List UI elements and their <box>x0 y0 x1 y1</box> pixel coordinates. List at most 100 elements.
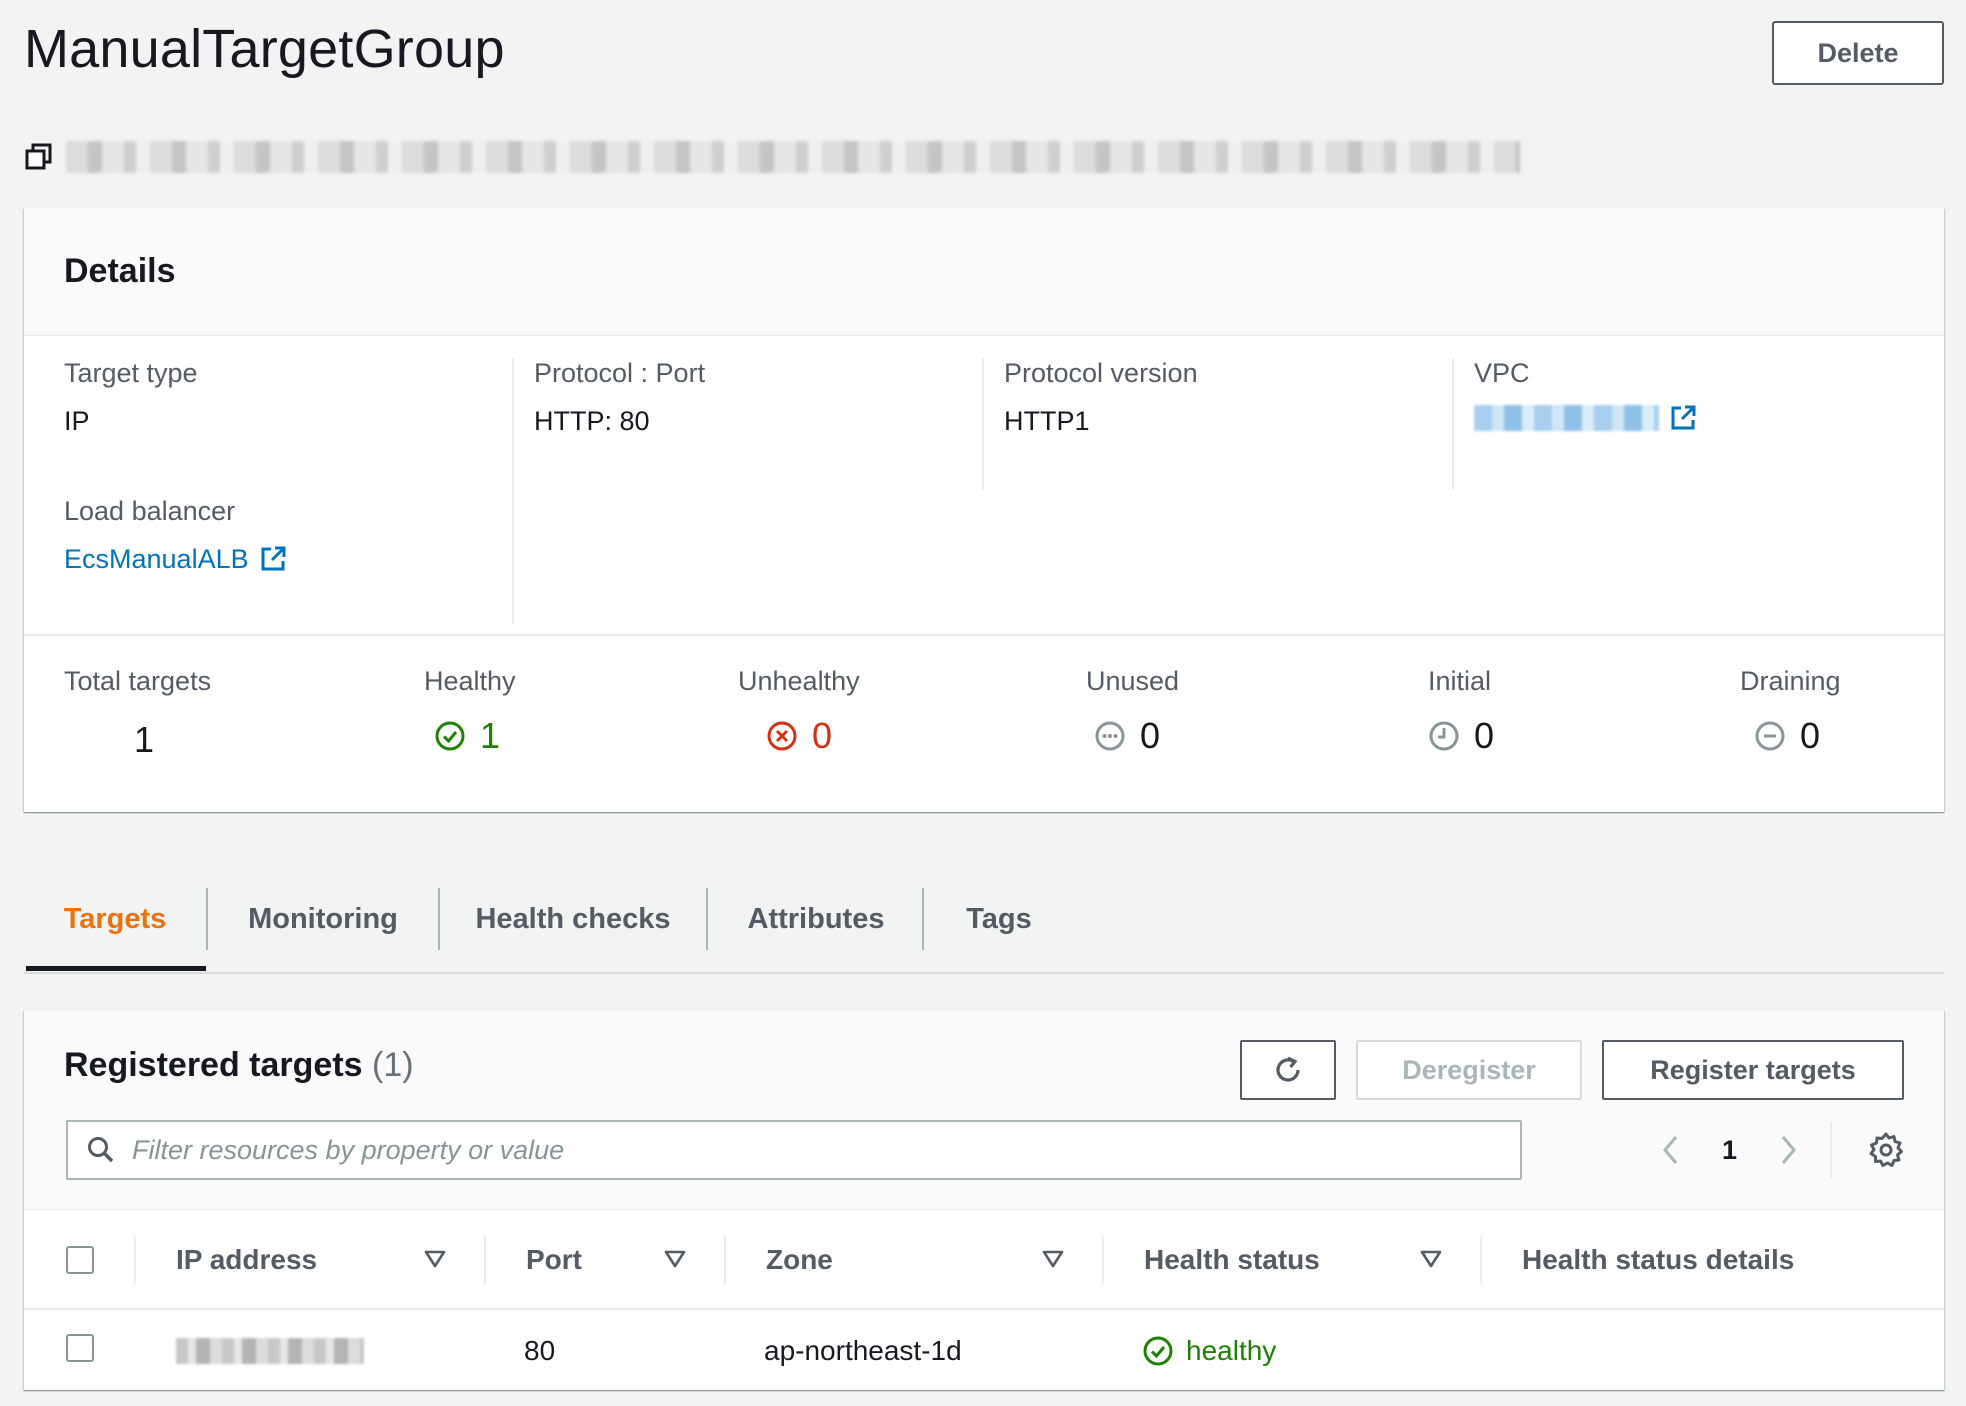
active-tab-indicator <box>26 966 206 971</box>
unhealthy-value: 0 <box>812 715 833 756</box>
register-targets-button[interactable]: Register targets <box>1602 1040 1904 1100</box>
page-title: ManualTargetGroup <box>24 19 505 79</box>
tab-monitoring[interactable]: Monitoring <box>208 888 438 950</box>
table-row: 80 ap-northeast-1d healthy <box>24 1312 1944 1390</box>
registered-targets-header: Registered targets (1) Deregister Regist… <box>24 1010 1944 1210</box>
protocol-port-label: Protocol : Port <box>534 358 706 388</box>
divider <box>1830 1122 1832 1178</box>
stat-healthy: Healthy 1 <box>424 664 516 756</box>
column-divider <box>484 1236 486 1284</box>
tab-health-checks[interactable]: Health checks <box>440 888 706 950</box>
target-type-value: IP <box>64 406 90 436</box>
vpc-field: VPC <box>1474 356 1697 436</box>
external-link-icon <box>1671 405 1696 430</box>
column-header-port[interactable]: Port <box>526 1210 582 1310</box>
check-circle-icon <box>1143 1336 1173 1366</box>
column-header-zone[interactable]: Zone <box>766 1210 833 1310</box>
column-divider <box>724 1236 726 1284</box>
chevron-right-icon[interactable] <box>1777 1134 1799 1166</box>
delete-button[interactable]: Delete <box>1772 21 1944 85</box>
refresh-icon <box>1276 1056 1300 1082</box>
draining-value: 0 <box>1800 715 1821 756</box>
stat-draining: Draining 0 <box>1740 664 1841 756</box>
search-icon <box>88 1137 114 1163</box>
details-panel: Details Target type IP Load balancer Ecs… <box>24 208 1944 812</box>
clock-icon <box>1429 721 1459 751</box>
tab-targets[interactable]: Targets <box>24 888 206 950</box>
protocol-port-value: HTTP: 80 <box>534 406 650 436</box>
check-circle-icon <box>435 721 465 751</box>
column-header-health-status-details: Health status details <box>1522 1244 1795 1275</box>
tab-tags[interactable]: Tags <box>924 888 1074 950</box>
total-targets-value: 1 <box>134 719 155 760</box>
stat-initial: Initial 0 <box>1428 664 1494 756</box>
protocol-version-value: HTTP1 <box>1004 406 1090 436</box>
vpc-link[interactable] <box>1474 404 1697 432</box>
column-divider <box>134 1236 136 1284</box>
sort-icon[interactable] <box>664 1248 686 1270</box>
protocol-port-field: Protocol : Port HTTP: 80 <box>534 356 705 438</box>
registered-targets-panel: Registered targets (1) Deregister Regist… <box>24 1010 1944 1390</box>
minus-circle-icon <box>1755 721 1785 751</box>
column-header-ip-address[interactable]: IP address <box>176 1210 317 1310</box>
protocol-version-label: Protocol version <box>1004 358 1198 388</box>
stat-total-targets: Total targets 1 <box>64 664 211 760</box>
column-header-health-status[interactable]: Health status <box>1144 1210 1320 1310</box>
healthy-label: Healthy <box>424 666 516 696</box>
details-heading: Details <box>64 252 176 290</box>
health-status-value: healthy <box>1186 1335 1277 1366</box>
vpc-label: VPC <box>1474 358 1530 388</box>
details-header: Details <box>24 208 1944 336</box>
arn-redacted <box>66 141 1520 173</box>
tab-bar: Targets Monitoring Health checks Attribu… <box>24 870 1944 974</box>
sort-icon[interactable] <box>1042 1248 1064 1270</box>
filter-input[interactable]: Filter resources by property or value <box>66 1120 1522 1180</box>
tab-attributes[interactable]: Attributes <box>708 888 924 950</box>
x-circle-icon <box>767 721 797 751</box>
deregister-button[interactable]: Deregister <box>1356 1040 1582 1100</box>
total-targets-label: Total targets <box>64 666 212 696</box>
initial-label: Initial <box>1428 666 1492 696</box>
unused-label: Unused <box>1086 666 1180 696</box>
column-divider <box>1480 1236 1482 1284</box>
table-header: IP address Port Zone Health status Healt… <box>24 1210 1944 1310</box>
filter-placeholder: Filter resources by property or value <box>132 1134 565 1165</box>
chevron-left-icon[interactable] <box>1660 1134 1682 1166</box>
page-number[interactable]: 1 <box>1722 1135 1737 1166</box>
divider <box>24 634 1944 636</box>
refresh-button[interactable] <box>1240 1040 1336 1100</box>
divider <box>982 358 984 490</box>
arn-row <box>24 138 1520 176</box>
gear-icon[interactable] <box>1866 1130 1906 1170</box>
zone-cell: ap-northeast-1d <box>764 1335 962 1366</box>
unhealthy-label: Unhealthy <box>738 666 860 696</box>
load-balancer-value: EcsManualALB <box>64 544 249 574</box>
protocol-version-field: Protocol version HTTP1 <box>1004 356 1198 438</box>
registered-targets-label: Registered targets <box>64 1046 363 1084</box>
divider <box>512 358 514 624</box>
port-cell: 80 <box>524 1335 556 1366</box>
stat-unused: Unused 0 <box>1086 664 1179 756</box>
registered-targets-title: Registered targets (1) <box>64 1046 414 1085</box>
healthy-value: 1 <box>480 715 501 756</box>
details-columns: Target type IP Load balancer EcsManualAL… <box>24 336 1944 843</box>
load-balancer-link[interactable]: EcsManualALB <box>64 542 287 576</box>
copy-icon[interactable] <box>24 142 54 172</box>
health-status-cell: healthy <box>1142 1312 1276 1390</box>
initial-value: 0 <box>1474 715 1495 756</box>
unused-value: 0 <box>1140 715 1161 756</box>
pagination: 1 <box>1660 1124 1799 1176</box>
column-divider <box>1102 1236 1104 1284</box>
target-type-label: Target type <box>64 358 198 388</box>
stat-unhealthy: Unhealthy 0 <box>738 664 860 756</box>
divider <box>1452 358 1454 490</box>
row-checkbox[interactable] <box>66 1334 94 1362</box>
sort-icon[interactable] <box>1420 1248 1442 1270</box>
select-all-checkbox[interactable] <box>66 1246 94 1274</box>
sort-icon[interactable] <box>424 1248 446 1270</box>
registered-targets-count: (1) <box>372 1046 414 1084</box>
load-balancer-label: Load balancer <box>64 496 236 526</box>
ip-address-cell <box>176 1312 364 1390</box>
draining-label: Draining <box>1740 666 1841 696</box>
target-type-field: Target type IP Load balancer EcsManualAL… <box>64 356 287 576</box>
